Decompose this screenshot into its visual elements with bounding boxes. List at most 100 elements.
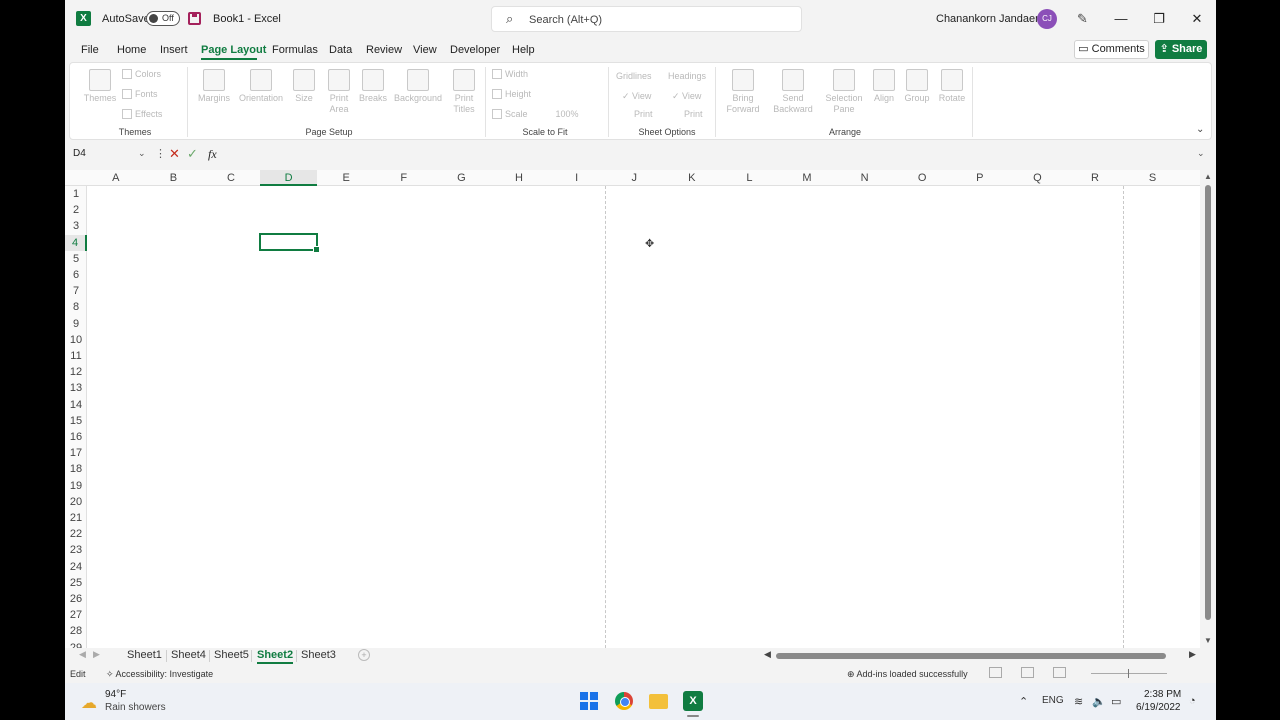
row-header-18[interactable]: 18 [65, 461, 87, 477]
height-field[interactable]: Height [492, 89, 531, 99]
fonts-button[interactable]: Fonts [122, 89, 158, 99]
row-header-21[interactable]: 21 [65, 510, 87, 526]
collapse-ribbon-icon[interactable]: ⌄ [1196, 124, 1204, 135]
row-header-3[interactable]: 3 [65, 218, 87, 234]
clock-date[interactable]: 6/19/2022 [1136, 702, 1181, 713]
chrome-icon[interactable] [615, 692, 633, 710]
size-button[interactable]: Size [289, 69, 319, 104]
active-cell-d4[interactable] [259, 233, 320, 253]
column-header-s[interactable]: S [1124, 170, 1182, 186]
sheet-tab[interactable]: Sheet5 [214, 649, 249, 661]
more-options-icon[interactable]: ⋮ [155, 147, 166, 160]
column-header-a[interactable]: A [87, 170, 145, 186]
row-header-11[interactable]: 11 [65, 348, 87, 364]
scroll-down-icon[interactable]: ▼ [1204, 636, 1212, 645]
group-button[interactable]: Group [902, 69, 932, 104]
tab-file[interactable]: File [81, 44, 99, 56]
zoom-slider[interactable] [1091, 673, 1167, 674]
excel-taskbar-icon[interactable]: X [683, 691, 703, 711]
minimize-button[interactable]: — [1103, 8, 1139, 30]
orientation-button[interactable]: Orientation [236, 69, 286, 104]
row-header-23[interactable]: 23 [65, 542, 87, 558]
row-header-1[interactable]: 1 [65, 186, 87, 202]
save-icon[interactable] [188, 12, 201, 25]
row-header-17[interactable]: 17 [65, 445, 87, 461]
scale-field[interactable]: Scale 100% [492, 109, 579, 119]
insert-function-button[interactable]: fx [208, 147, 217, 162]
row-header-28[interactable]: 28 [65, 623, 87, 639]
tab-review[interactable]: Review [366, 44, 402, 56]
rotate-button[interactable]: Rotate [936, 69, 968, 104]
gridlines-view-checkbox[interactable]: ✓ View [622, 91, 651, 102]
next-sheet-icon[interactable]: ▶ [93, 649, 100, 660]
file-explorer-icon[interactable] [649, 694, 668, 709]
normal-view-icon[interactable] [989, 667, 1002, 678]
row-header-19[interactable]: 19 [65, 478, 87, 494]
row-header-7[interactable]: 7 [65, 283, 87, 299]
headings-print-checkbox[interactable]: Print [684, 109, 703, 119]
row-header-22[interactable]: 22 [65, 526, 87, 542]
column-header-o[interactable]: O [893, 170, 951, 186]
column-header-r[interactable]: R [1066, 170, 1124, 186]
print-area-button[interactable]: Print Area [322, 69, 356, 115]
effects-button[interactable]: Effects [122, 109, 162, 119]
background-button[interactable]: Background [391, 69, 445, 104]
column-header-i[interactable]: I [548, 170, 606, 186]
vertical-scrollbar[interactable]: ▲ ▼ [1200, 170, 1216, 648]
column-header-n[interactable]: N [836, 170, 894, 186]
weather-icon[interactable]: ☁ [81, 693, 97, 713]
row-header-10[interactable]: 10 [65, 332, 87, 348]
sheet-tab[interactable]: Sheet1 [127, 649, 162, 661]
autosave-toggle[interactable]: Off [146, 11, 180, 26]
column-header-b[interactable]: B [145, 170, 203, 186]
formula-input[interactable] [227, 148, 1187, 162]
close-button[interactable]: ✕ [1179, 8, 1215, 30]
volume-icon[interactable]: 🔈 [1092, 695, 1106, 708]
language-indicator[interactable]: ENG [1042, 695, 1064, 706]
row-header-9[interactable]: 9 [65, 316, 87, 332]
column-header-g[interactable]: G [433, 170, 491, 186]
scroll-right-icon[interactable]: ▶ [1189, 649, 1196, 660]
tab-developer[interactable]: Developer [450, 44, 500, 56]
user-name[interactable]: Chanankorn Jandaeng [936, 13, 1047, 25]
tab-insert[interactable]: Insert [160, 44, 188, 56]
row-header-27[interactable]: 27 [65, 607, 87, 623]
name-box[interactable]: D4 [73, 148, 86, 159]
worksheet-grid[interactable]: ABCDEFGHIJKLMNOPQRS 1 2 3 4 5 6 7 8 9 10 11 12 13 14 1… [65, 170, 1200, 648]
row-header-15[interactable]: 15 [65, 413, 87, 429]
chevron-up-icon[interactable]: ⌃ [1019, 695, 1028, 708]
share-button[interactable]: ⇪ Share [1155, 40, 1207, 59]
gridlines-print-checkbox[interactable]: Print [634, 109, 653, 119]
expand-formula-bar-icon[interactable]: ⌄ [1197, 148, 1205, 159]
avatar[interactable]: CJ [1037, 9, 1057, 29]
scroll-thumb[interactable] [1205, 185, 1211, 620]
column-header-c[interactable]: C [202, 170, 260, 186]
restore-button[interactable]: ❐ [1141, 8, 1177, 30]
row-header-4[interactable]: 4 [65, 234, 87, 251]
tab-home[interactable]: Home [117, 44, 146, 56]
comments-button[interactable]: ▭ Comments [1074, 40, 1149, 59]
row-header-25[interactable]: 25 [65, 575, 87, 591]
row-header-5[interactable]: 5 [65, 251, 87, 267]
tab-page-layout[interactable]: Page Layout [201, 44, 266, 56]
tab-help[interactable]: Help [512, 44, 535, 56]
row-header-6[interactable]: 6 [65, 267, 87, 283]
row-header-8[interactable]: 8 [65, 299, 87, 315]
column-header-k[interactable]: K [663, 170, 721, 186]
column-header-d[interactable]: D [259, 170, 318, 186]
print-titles-button[interactable]: Print Titles [447, 69, 481, 115]
enter-icon[interactable]: ✓ [187, 146, 198, 162]
row-header-24[interactable]: 24 [65, 559, 87, 575]
row-header-14[interactable]: 14 [65, 397, 87, 413]
wifi-icon[interactable]: ≋ [1074, 695, 1083, 708]
notification-icon[interactable]: ◔ [1189, 695, 1196, 707]
row-header-29[interactable]: 29 [65, 640, 87, 648]
column-header-l[interactable]: L [721, 170, 779, 186]
column-header-q[interactable]: Q [1009, 170, 1067, 186]
column-header-h[interactable]: H [490, 170, 548, 186]
margins-button[interactable]: Margins [194, 69, 234, 104]
battery-icon[interactable]: ▭ [1111, 695, 1121, 708]
width-field[interactable]: Width [492, 69, 528, 79]
scroll-left-icon[interactable]: ◀ [764, 649, 771, 660]
row-header-2[interactable]: 2 [65, 202, 87, 218]
